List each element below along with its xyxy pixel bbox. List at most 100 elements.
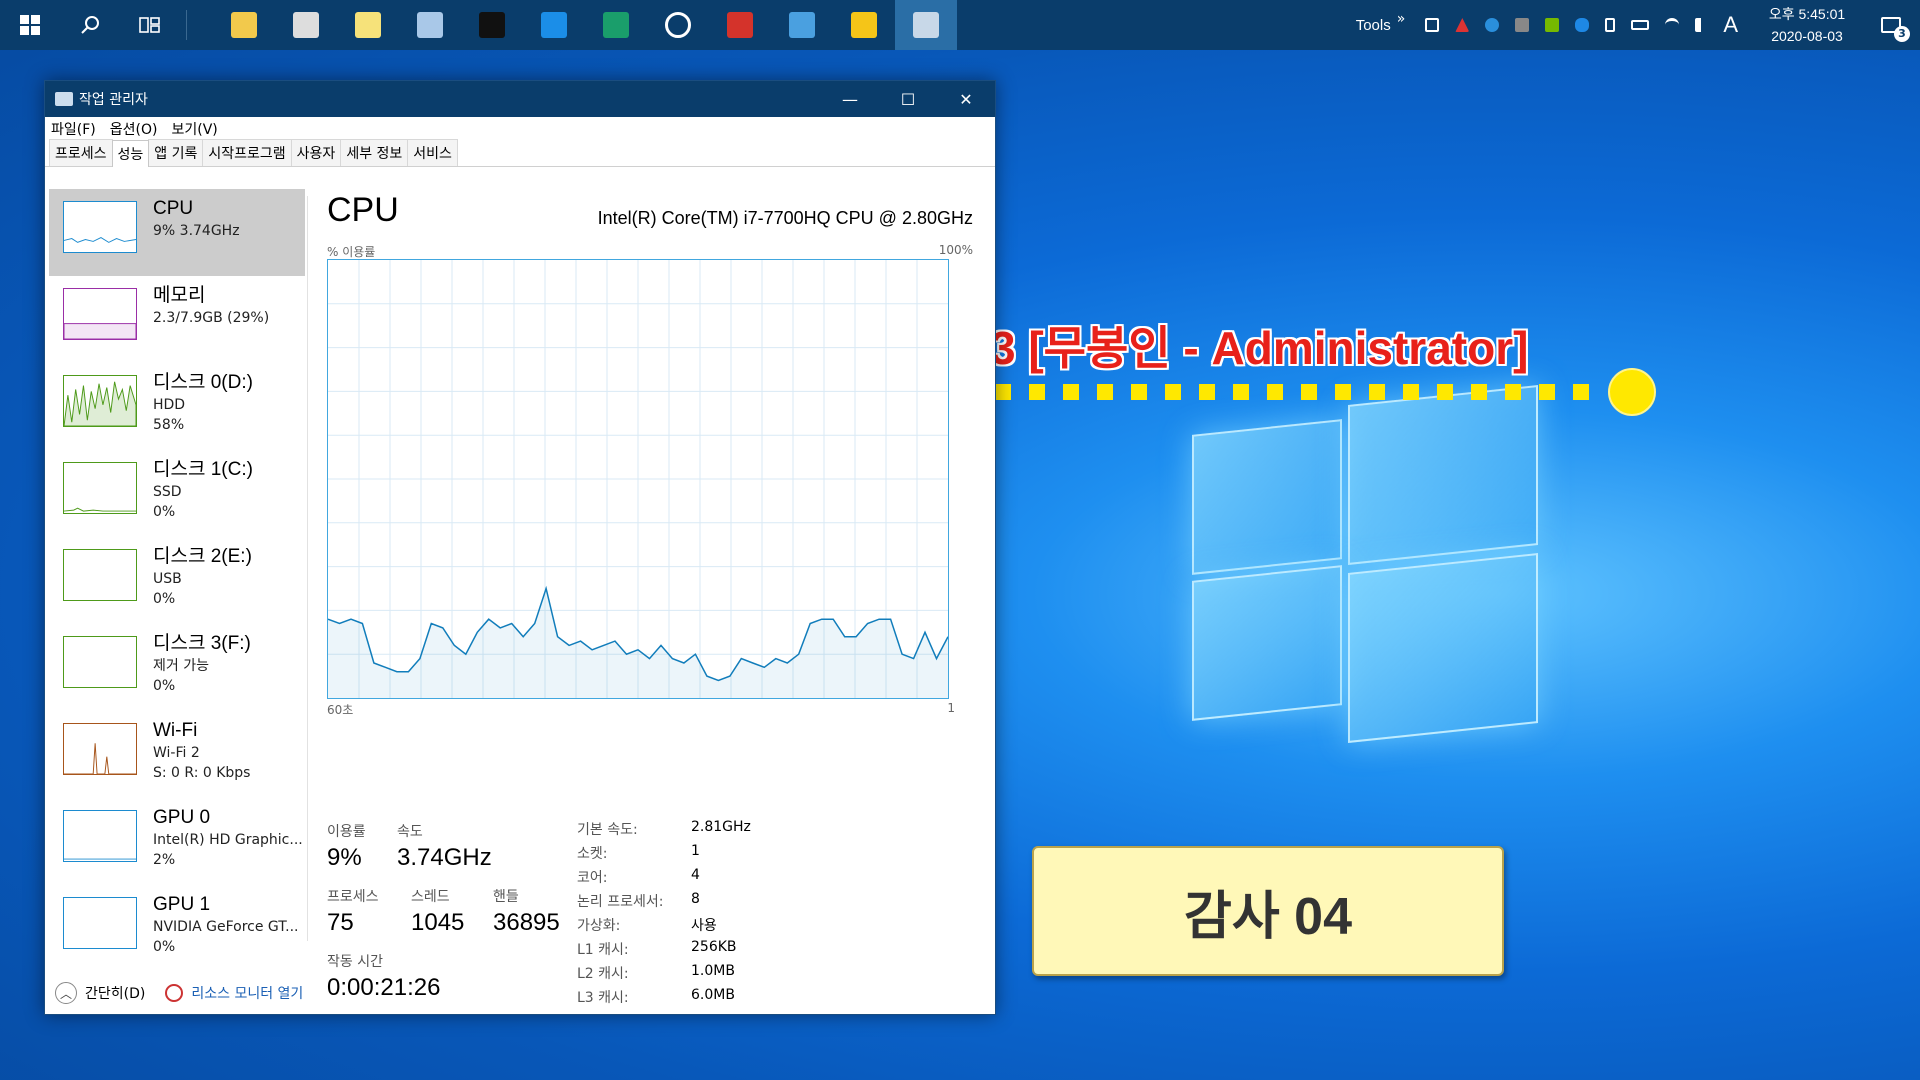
search-icon[interactable] bbox=[60, 0, 120, 50]
open-resource-monitor-link[interactable]: 리소스 모니터 열기 bbox=[165, 983, 303, 1003]
taskbar-app-app-blue-glass[interactable] bbox=[399, 0, 461, 50]
sidebar-item-wi-fi[interactable]: Wi-Fi Wi-Fi 2 S: 0 R: 0 Kbps bbox=[49, 711, 305, 798]
minimize-button[interactable]: — bbox=[821, 81, 879, 117]
taskbar-app-command-prompt[interactable] bbox=[461, 0, 523, 50]
potplayer-icon bbox=[851, 12, 877, 38]
sidebar-item-detail: 58% bbox=[153, 417, 185, 433]
processes-label: 프로세스 bbox=[327, 889, 379, 905]
tab-startup[interactable]: 시작프로그램 bbox=[202, 139, 292, 166]
taskbar-app-task-manager[interactable] bbox=[895, 0, 957, 50]
sidebar-thumbnail-graph bbox=[63, 288, 137, 340]
tab-processes[interactable]: 프로세스 bbox=[49, 139, 113, 166]
sidebar-item-cpu[interactable]: CPU 9% 3.74GHz bbox=[49, 189, 305, 276]
maximize-button[interactable]: ☐ bbox=[879, 81, 937, 117]
nvidia-icon[interactable] bbox=[1545, 18, 1560, 32]
sidebar-item-text: GPU 1 NVIDIA GeForce GT... 0% bbox=[153, 893, 299, 957]
memory-usage-fill bbox=[64, 323, 136, 339]
menu-view[interactable]: 보기(V) bbox=[171, 119, 217, 139]
menu-options[interactable]: 옵션(O) bbox=[110, 119, 158, 139]
sidebar-item-name: 디스크 1(C:) bbox=[153, 459, 253, 480]
sidebar-item-디스크-3-f-[interactable]: 디스크 3(F:) 제거 가능 0% bbox=[49, 624, 305, 711]
x-axis-start-label: 60초 bbox=[327, 703, 354, 717]
spec-key: 기본 속도: bbox=[577, 822, 638, 838]
thumbnail-svg bbox=[64, 381, 136, 426]
taskbar-apps bbox=[213, 0, 957, 50]
app-blue-glass-icon bbox=[417, 12, 443, 38]
sidebar-thumbnail-graph bbox=[63, 636, 137, 688]
usb-icon[interactable] bbox=[1605, 18, 1616, 32]
sidebar-item-detail: S: 0 R: 0 Kbps bbox=[153, 765, 251, 781]
dotted-line bbox=[995, 384, 1645, 400]
volume-icon[interactable] bbox=[1695, 18, 1707, 32]
sidebar-item-name: 디스크 0(D:) bbox=[153, 372, 253, 393]
taskbar-app-settings[interactable] bbox=[647, 0, 709, 50]
ime-indicator[interactable]: A bbox=[1723, 12, 1738, 38]
toolbar-overflow-icon[interactable]: » bbox=[1397, 11, 1406, 27]
sidebar-item-text: 메모리 2.3/7.9GB (29%) bbox=[153, 284, 269, 328]
tray-red-arrow-icon[interactable] bbox=[1455, 18, 1470, 32]
sidebar-item-text: GPU 0 Intel(R) HD Graphic... 2% bbox=[153, 806, 303, 870]
spec-row: 기본 속도: 2.81GHz bbox=[577, 819, 837, 843]
tab-app-history[interactable]: 앱 기록 bbox=[148, 139, 204, 166]
spec-row: 논리 프로세서: 8 bbox=[577, 891, 837, 915]
sidebar-item-디스크-2-e-[interactable]: 디스크 2(E:) USB 0% bbox=[49, 537, 305, 624]
dot bbox=[995, 384, 1011, 400]
sidebar-item-메모리[interactable]: 메모리 2.3/7.9GB (29%) bbox=[49, 276, 305, 363]
dotted-line-endpoint bbox=[1608, 368, 1656, 416]
dot bbox=[1335, 384, 1351, 400]
cpu-graph-svg bbox=[328, 260, 948, 698]
windows-logo-icon[interactable] bbox=[0, 0, 60, 50]
speed-label: 속도 bbox=[397, 824, 423, 840]
taskbar-app-red-green-app[interactable] bbox=[709, 0, 771, 50]
dot bbox=[1573, 384, 1589, 400]
notification-count: 3 bbox=[1894, 26, 1910, 42]
taskbar-app-internet-explorer[interactable] bbox=[523, 0, 585, 50]
tray-window-icon[interactable] bbox=[1425, 18, 1440, 32]
sidebar-item-디스크-1-c-[interactable]: 디스크 1(C:) SSD 0% bbox=[49, 450, 305, 537]
sidebar-item-gpu-0[interactable]: GPU 0 Intel(R) HD Graphic... 2% bbox=[49, 798, 305, 885]
bluetooth-icon[interactable] bbox=[1575, 18, 1590, 32]
task-view-icon[interactable] bbox=[120, 0, 180, 50]
sidebar-item-gpu-1[interactable]: GPU 1 NVIDIA GeForce GT... 0% bbox=[49, 885, 305, 972]
battery-icon[interactable] bbox=[1631, 20, 1650, 30]
tab-performance[interactable]: 성능 bbox=[111, 140, 150, 167]
menu-file[interactable]: 파일(F) bbox=[51, 119, 96, 139]
handles-value: 36895 bbox=[493, 909, 560, 936]
tab-details[interactable]: 세부 정보 bbox=[340, 139, 409, 166]
taskbar-app-edge-dev[interactable] bbox=[585, 0, 647, 50]
wallpaper-pane bbox=[1348, 385, 1538, 565]
command-prompt-icon bbox=[479, 12, 505, 38]
taskbar-app-control-panel[interactable] bbox=[771, 0, 833, 50]
system-tray: Tools » A 오후 5:45:01 2020-08-03 3 bbox=[1356, 0, 1920, 50]
thumbnail-line bbox=[64, 237, 136, 243]
sidebar-item-디스크-0-d-[interactable]: 디스크 0(D:) HDD 58% bbox=[49, 363, 305, 450]
taskbar-app-calculator[interactable] bbox=[275, 0, 337, 50]
clock[interactable]: 오후 5:45:01 2020-08-03 bbox=[1752, 3, 1862, 47]
clock-time: 오후 5:45:01 bbox=[1768, 6, 1846, 22]
tab-services[interactable]: 서비스 bbox=[407, 139, 458, 166]
tray-drive-icon[interactable] bbox=[1515, 18, 1530, 32]
taskbar-separator bbox=[186, 10, 187, 40]
sidebar-thumbnail-graph bbox=[63, 810, 137, 862]
dot bbox=[1267, 384, 1283, 400]
spec-row: 코어: 4 bbox=[577, 867, 837, 891]
sticky-note[interactable]: 감사 04 bbox=[1032, 846, 1504, 976]
dot bbox=[1505, 384, 1521, 400]
dot bbox=[1233, 384, 1249, 400]
sidebar-item-detail: HDD bbox=[153, 397, 186, 413]
action-center-icon[interactable]: 3 bbox=[1862, 0, 1920, 50]
tools-toolbar-label[interactable]: Tools bbox=[1356, 17, 1391, 34]
sidebar-item-name: 디스크 3(F:) bbox=[153, 633, 251, 654]
tab-users[interactable]: 사용자 bbox=[290, 139, 342, 166]
taskbar-app-sticky-notes[interactable] bbox=[337, 0, 399, 50]
taskbar-app-potplayer[interactable] bbox=[833, 0, 895, 50]
taskbar-app-file-explorer[interactable] bbox=[213, 0, 275, 50]
title-bar[interactable]: 작업 관리자 — ☐ ✕ bbox=[45, 81, 995, 117]
y-axis-max-label: 100% bbox=[938, 243, 973, 257]
fewer-details-button[interactable]: ︿ 간단히(D) bbox=[55, 982, 145, 1004]
utilization-label: 이용률 bbox=[327, 824, 366, 840]
thumbnail-svg bbox=[64, 858, 136, 860]
wifi-icon[interactable] bbox=[1665, 18, 1680, 32]
tray-e-icon[interactable] bbox=[1485, 18, 1500, 32]
close-button[interactable]: ✕ bbox=[937, 81, 995, 117]
